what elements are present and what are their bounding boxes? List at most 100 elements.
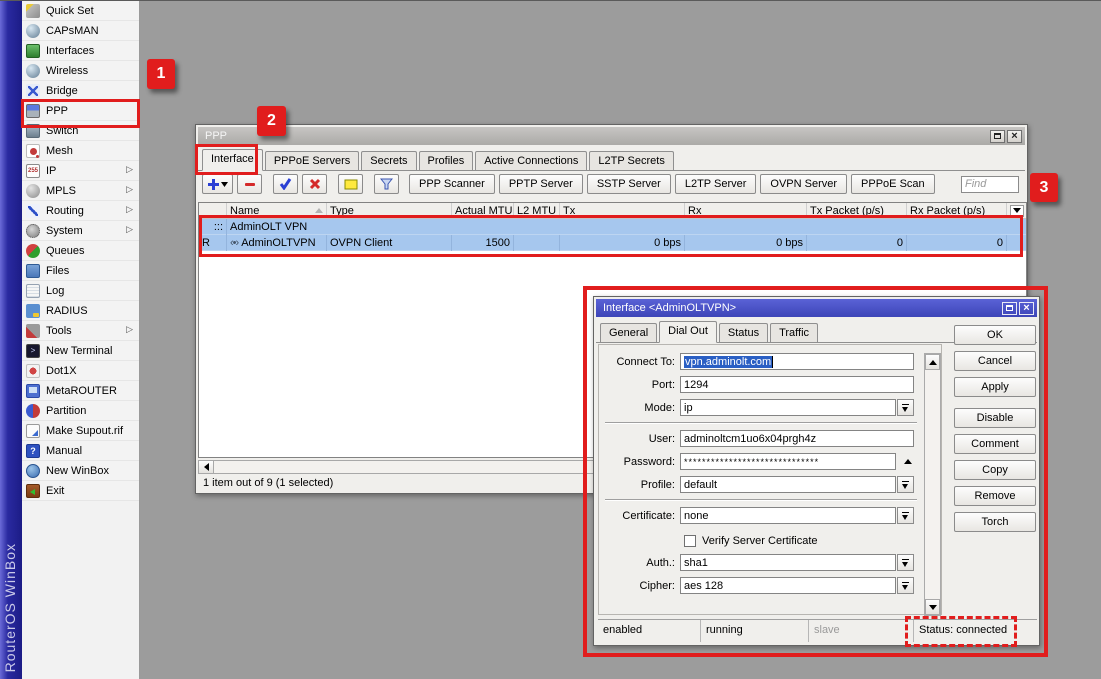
verify-server-certificate-checkbox[interactable] (684, 535, 696, 547)
comment-button[interactable] (338, 174, 363, 194)
enable-button[interactable] (273, 174, 298, 194)
auth-input[interactable]: sha1 (680, 554, 896, 571)
maximize-icon[interactable] (1002, 302, 1017, 315)
sidebar-item-log[interactable]: Log (22, 281, 139, 301)
password-reveal-icon[interactable] (904, 459, 912, 464)
tab-general[interactable]: General (600, 323, 657, 342)
sidebar-item-manual[interactable]: Manual (22, 441, 139, 461)
close-icon[interactable]: × (1007, 130, 1022, 143)
disable-button[interactable]: Disable (954, 408, 1036, 428)
connect-to-input[interactable]: vpn.adminolt.com (680, 353, 914, 370)
sidebar-item-partition[interactable]: Partition (22, 401, 139, 421)
comment-button[interactable]: Comment (954, 434, 1036, 454)
certificate-dropdown-icon[interactable] (897, 507, 914, 524)
scroll-left-icon[interactable] (199, 461, 214, 473)
sidebar-item-queues[interactable]: Queues (22, 241, 139, 261)
profile-dropdown-icon[interactable] (897, 476, 914, 493)
rx-column-header[interactable]: Rx (685, 203, 807, 218)
sstp-server-button[interactable]: SSTP Server (587, 174, 671, 194)
ppp-scanner-button[interactable]: PPP Scanner (409, 174, 495, 194)
tab-dial-out[interactable]: Dial Out (659, 321, 717, 343)
sidebar-item-files[interactable]: Files (22, 261, 139, 281)
add-button[interactable] (202, 174, 233, 194)
sidebar-item-switch[interactable]: Switch (22, 121, 139, 141)
flag-column-header[interactable] (199, 203, 227, 218)
l2-mtu-column-header[interactable]: L2 MTU (514, 203, 560, 218)
tx-column-header[interactable]: Tx (560, 203, 685, 218)
dialog-titlebar[interactable]: Interface <AdminOLTVPN> × (596, 299, 1037, 317)
sidebar-item-mesh[interactable]: Mesh (22, 141, 139, 161)
find-input[interactable] (961, 176, 1019, 193)
sidebar-item-capsman[interactable]: CAPsMAN (22, 21, 139, 41)
mode-dropdown-icon[interactable] (897, 399, 914, 416)
certificate-input[interactable]: none (680, 507, 896, 524)
sidebar-item-radius[interactable]: RADIUS (22, 301, 139, 321)
sidebar-item-ppp[interactable]: PPP (22, 101, 139, 121)
sidebar-item-label: New WinBox (46, 465, 109, 477)
tab-profiles[interactable]: Profiles (419, 151, 474, 170)
profile-input[interactable]: default (680, 476, 896, 493)
filter-button[interactable] (374, 174, 399, 194)
tab-pppoe-servers[interactable]: PPPoE Servers (265, 151, 359, 170)
sidebar-item-system[interactable]: System (22, 221, 139, 241)
sidebar-item-wireless[interactable]: Wireless (22, 61, 139, 81)
actual-mtu-column-header[interactable]: Actual MTU (452, 203, 514, 218)
sidebar-item-new-terminal[interactable]: New Terminal (22, 341, 139, 361)
ppp-window-titlebar[interactable]: PPP × (198, 127, 1025, 145)
tab-active-connections[interactable]: Active Connections (475, 151, 587, 170)
sidebar-item-interfaces[interactable]: Interfaces (22, 41, 139, 61)
type-column-header[interactable]: Type (327, 203, 452, 218)
port-input[interactable]: 1294 (680, 376, 914, 393)
user-input[interactable]: adminoltcm1uo6x04prgh4z (680, 430, 914, 447)
vertical-scrollbar[interactable] (924, 353, 941, 616)
tab-status[interactable]: Status (719, 323, 768, 342)
tab-interface[interactable]: Interface (202, 149, 263, 171)
mpls-icon (26, 184, 40, 198)
cipher-input[interactable]: aes 128 (680, 577, 896, 594)
remove-button[interactable] (237, 174, 262, 194)
remove-button[interactable]: Remove (954, 486, 1036, 506)
sidebar-item-label: CAPsMAN (46, 25, 99, 37)
sidebar-item-make-supout[interactable]: Make Supout.rif (22, 421, 139, 441)
auth-dropdown-icon[interactable] (897, 554, 914, 571)
ovpn-server-button[interactable]: OVPN Server (760, 174, 847, 194)
rx-packet-column-header[interactable]: Rx Packet (p/s) (907, 203, 1007, 218)
sidebar-item-label: RADIUS (46, 305, 88, 317)
l2tp-server-button[interactable]: L2TP Server (675, 174, 757, 194)
sidebar-item-quick-set[interactable]: Quick Set (22, 1, 139, 21)
scroll-down-icon[interactable] (925, 599, 940, 615)
name-column-header[interactable]: Name (227, 203, 327, 218)
tab-traffic[interactable]: Traffic (770, 323, 818, 342)
tab-l2tp-secrets[interactable]: L2TP Secrets (589, 151, 673, 170)
tab-secrets[interactable]: Secrets (361, 151, 416, 170)
table-row[interactable]: R AdminOLTVPN OVPN Client 1500 0 bps 0 b… (199, 235, 1026, 251)
tools-icon (26, 324, 40, 338)
sidebar-item-ip[interactable]: IP (22, 161, 139, 181)
ok-button[interactable]: OK (954, 325, 1036, 345)
apply-button[interactable]: Apply (954, 377, 1036, 397)
sidebar-item-dot1x[interactable]: Dot1X (22, 361, 139, 381)
tx-packet-column-header[interactable]: Tx Packet (p/s) (807, 203, 907, 218)
sidebar-item-exit[interactable]: Exit (22, 481, 139, 501)
cancel-button[interactable]: Cancel (954, 351, 1036, 371)
sidebar-item-routing[interactable]: Routing (22, 201, 139, 221)
password-input[interactable]: ****************************** (680, 453, 896, 470)
sidebar-item-mpls[interactable]: MPLS (22, 181, 139, 201)
pptp-server-button[interactable]: PPTP Server (499, 174, 583, 194)
sidebar-item-tools[interactable]: Tools (22, 321, 139, 341)
sidebar-item-new-winbox[interactable]: New WinBox (22, 461, 139, 481)
disable-button[interactable] (302, 174, 327, 194)
scroll-up-icon[interactable] (925, 354, 940, 370)
sidebar-item-metarouter[interactable]: MetaROUTER (22, 381, 139, 401)
comment-row[interactable]: ::: AdminOLT VPN (199, 219, 1026, 235)
sidebar-item-bridge[interactable]: Bridge (22, 81, 139, 101)
cipher-dropdown-icon[interactable] (897, 577, 914, 594)
pppoe-scan-button[interactable]: PPPoE Scan (851, 174, 935, 194)
close-icon[interactable]: × (1019, 302, 1034, 315)
mode-input[interactable]: ip (680, 399, 896, 416)
maximize-icon[interactable] (990, 130, 1005, 143)
torch-button[interactable]: Torch (954, 512, 1036, 532)
column-select-button[interactable] (1010, 205, 1024, 217)
copy-button[interactable]: Copy (954, 460, 1036, 480)
files-icon (26, 264, 40, 278)
